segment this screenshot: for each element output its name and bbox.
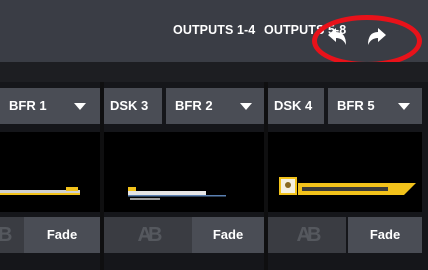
chevron-down-icon — [240, 103, 252, 110]
ab-toggle[interactable]: AB — [0, 217, 24, 253]
top-bar: OUTPUTS 1-4 OUTPUTS 5-8 — [0, 0, 428, 67]
lower-third-graphic — [0, 187, 80, 195]
buffer-label: BFR 2 — [175, 98, 213, 113]
preview-monitor — [104, 132, 264, 212]
fade-label: Fade — [46, 227, 78, 242]
highlight-ellipse — [312, 15, 422, 67]
fade-button[interactable]: Fade — [348, 217, 422, 253]
dsk-label: DSK 4 — [274, 98, 313, 113]
ab-toggle[interactable]: AB — [104, 217, 192, 253]
switcher-gap — [0, 62, 428, 82]
ab-toggle[interactable]: AB — [268, 217, 346, 253]
fade-label: Fade — [212, 227, 244, 242]
preview-monitor — [0, 132, 100, 212]
dsk-label: DSK 3 — [110, 98, 149, 113]
buffer-label: BFR 1 — [9, 98, 47, 113]
dsk-button[interactable]: DSK 3 — [104, 88, 162, 124]
lower-third-graphic — [128, 187, 226, 200]
ab-glyph: AB — [296, 224, 322, 246]
buffer-dropdown[interactable]: BFR 2 — [166, 88, 264, 124]
dsk-button[interactable]: DSK 4 — [268, 88, 324, 124]
ab-glyph: AB — [137, 224, 163, 246]
fade-label: Fade — [369, 227, 401, 242]
fade-button[interactable]: Fade — [192, 217, 264, 253]
lower-third-graphic — [279, 177, 416, 195]
fade-button[interactable]: Fade — [24, 217, 100, 253]
buffer-dropdown[interactable]: BFR 1 — [0, 88, 100, 124]
ab-glyph: AB — [0, 224, 12, 246]
chevron-down-icon — [74, 103, 86, 110]
buffer-label: BFR 5 — [337, 98, 375, 113]
tab-outputs-1-4[interactable]: OUTPUTS 1-4 — [173, 22, 255, 38]
preview-monitor — [268, 132, 422, 212]
chevron-down-icon — [398, 103, 410, 110]
buffer-dropdown[interactable]: BFR 5 — [328, 88, 422, 124]
